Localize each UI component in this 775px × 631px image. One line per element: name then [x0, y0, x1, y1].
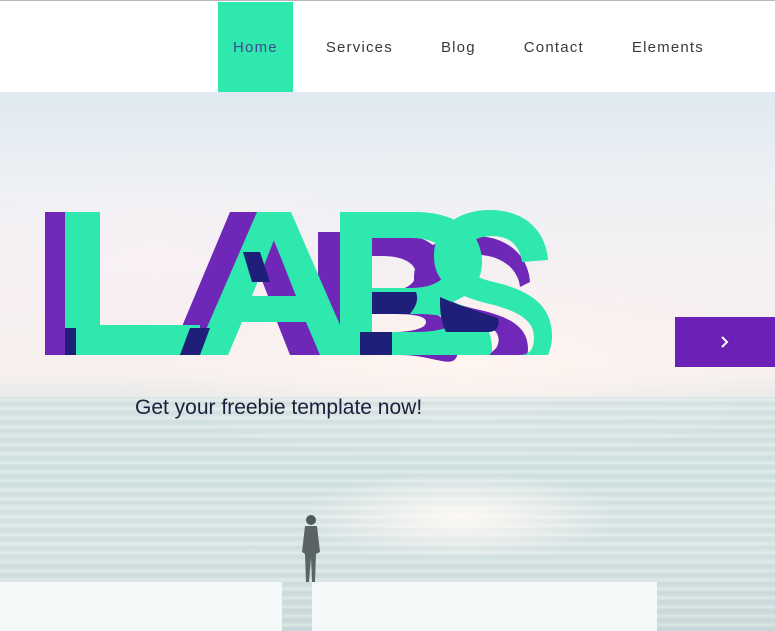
labs-logo	[0, 92, 775, 631]
header: Home Services Blog Contact Elements	[0, 0, 775, 93]
nav-item-blog[interactable]: Blog	[417, 2, 500, 93]
next-slide-button[interactable]	[675, 317, 775, 367]
hero-tagline: Get your freebie template now!	[135, 396, 423, 419]
feature-card	[312, 582, 657, 631]
nav-item-contact[interactable]: Contact	[500, 2, 608, 93]
labs-logo-graphic	[45, 210, 552, 362]
hero-section: Get your freebie template now!	[0, 92, 775, 631]
person-silhouette	[302, 515, 320, 582]
chevron-right-icon	[721, 336, 729, 348]
nav-item-elements[interactable]: Elements	[608, 2, 728, 93]
feature-card	[0, 582, 282, 631]
main-nav: Home Services Blog Contact Elements	[218, 2, 728, 93]
nav-item-services[interactable]: Services	[293, 2, 417, 93]
nav-item-home[interactable]: Home	[218, 2, 293, 93]
